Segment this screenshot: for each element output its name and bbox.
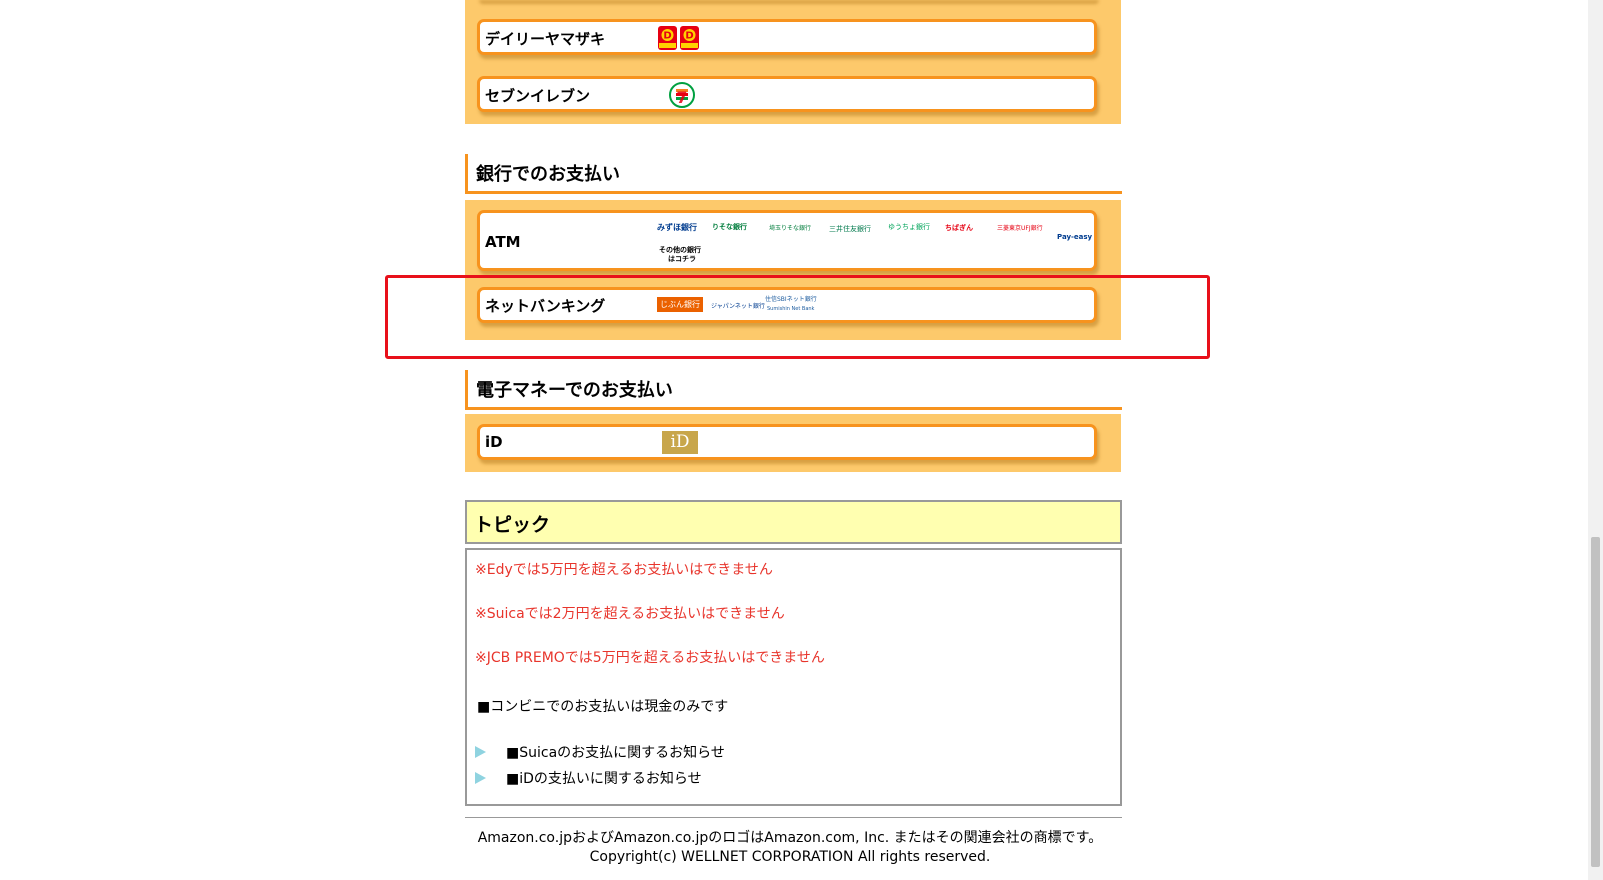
bank-logo-chibagin: ちばぎん bbox=[945, 224, 973, 232]
svg-text:D: D bbox=[685, 31, 693, 42]
emoney-panel: iD iD bbox=[465, 414, 1121, 472]
bank-row-atm[interactable]: ATM みずほ銀行 りそな銀行 埼玉りそな銀行 三井住友銀行 ゆうちょ銀行 ちば… bbox=[477, 210, 1097, 271]
atm-bank-logos: みずほ銀行 りそな銀行 埼玉りそな銀行 三井住友銀行 ゆうちょ銀行 ちばぎん 三… bbox=[657, 219, 1097, 269]
id-logo-text: iD bbox=[670, 432, 690, 452]
topic-heading-text: トピック bbox=[474, 514, 551, 536]
arrow-right-icon bbox=[475, 746, 486, 758]
bank-logo-yucho: ゆうちょ銀行 bbox=[888, 223, 930, 231]
daily-yamazaki-logo-icon: D D bbox=[658, 25, 700, 55]
topic-heading: トピック bbox=[465, 500, 1122, 544]
bank-logo-mufg: 三菱東京UFJ銀行 bbox=[997, 225, 1043, 232]
svg-text:7: 7 bbox=[676, 88, 687, 107]
store-row-seven-eleven[interactable]: セブンイレブン 7 bbox=[477, 76, 1097, 112]
vertical-scrollbar[interactable] bbox=[1588, 0, 1603, 880]
topic-note-suica: ※Suicaでは2万円を超えるお支払いはできません bbox=[475, 606, 785, 622]
atm-other-banks-link[interactable]: はコチラ bbox=[668, 254, 696, 264]
topic-link-suica-text[interactable]: ■Suicaのお支払に関するお知らせ bbox=[506, 742, 725, 762]
topic-link-id[interactable]: ■iDの支払いに関するお知らせ bbox=[475, 768, 702, 788]
bank-logo-resona: りそな銀行 bbox=[712, 223, 747, 231]
topic-note-edy: ※Edyでは5万円を超えるお支払いはできません bbox=[475, 562, 773, 578]
topic-body: ※Edyでは5万円を超えるお支払いはできません ※Suicaでは2万円を超えるお… bbox=[465, 548, 1122, 806]
id-label: iD bbox=[485, 433, 503, 451]
footer-trademark: Amazon.co.jpおよびAmazon.co.jpのロゴはAmazon.co… bbox=[477, 830, 1103, 846]
scrollbar-thumb[interactable] bbox=[1591, 537, 1600, 867]
svg-text:D: D bbox=[663, 31, 671, 42]
bank-heading-text: 銀行でのお支払い bbox=[476, 164, 620, 185]
bank-logo-mizuho: みずほ銀行 bbox=[657, 223, 697, 232]
emoney-row-id[interactable]: iD iD bbox=[477, 424, 1097, 460]
topic-note-premo: ※JCB PREMOでは5万円を超えるお支払いはできません bbox=[475, 650, 825, 666]
bank-logo-smbc: 三井住友銀行 bbox=[829, 225, 871, 233]
bank-section-heading: 銀行でのお支払い bbox=[465, 154, 1122, 194]
id-logo-icon: iD bbox=[662, 431, 698, 454]
atm-label: ATM bbox=[485, 233, 521, 251]
topic-note-cash: ■コンビニでのお支払いは現金のみです bbox=[477, 699, 729, 715]
store-label: デイリーヤマザキ bbox=[485, 30, 606, 48]
store-row-daily-yamazaki[interactable]: デイリーヤマザキ D D bbox=[477, 19, 1097, 55]
footer-divider bbox=[465, 817, 1122, 818]
topic-link-suica[interactable]: ■Suicaのお支払に関するお知らせ bbox=[475, 742, 725, 762]
bank-logo-saitama-resona: 埼玉りそな銀行 bbox=[769, 225, 812, 232]
store-label: セブンイレブン bbox=[485, 87, 591, 105]
convenience-panel: デイリーヤマザキ D D セブンイレブン 7 bbox=[465, 0, 1121, 124]
footer-copyright: Copyright(c) WELLNET CORPORATION All rig… bbox=[589, 849, 991, 865]
highlight-box bbox=[385, 275, 1210, 359]
emoney-section-heading: 電子マネーでのお支払い bbox=[465, 370, 1122, 410]
seven-eleven-logo-icon: 7 bbox=[669, 82, 695, 112]
payeasy-logo-icon: Pay-easy bbox=[1057, 233, 1093, 241]
topic-link-id-text[interactable]: ■iDの支払いに関するお知らせ bbox=[506, 768, 702, 788]
emoney-heading-text: 電子マネーでのお支払い bbox=[476, 380, 673, 401]
arrow-right-icon bbox=[475, 772, 486, 784]
